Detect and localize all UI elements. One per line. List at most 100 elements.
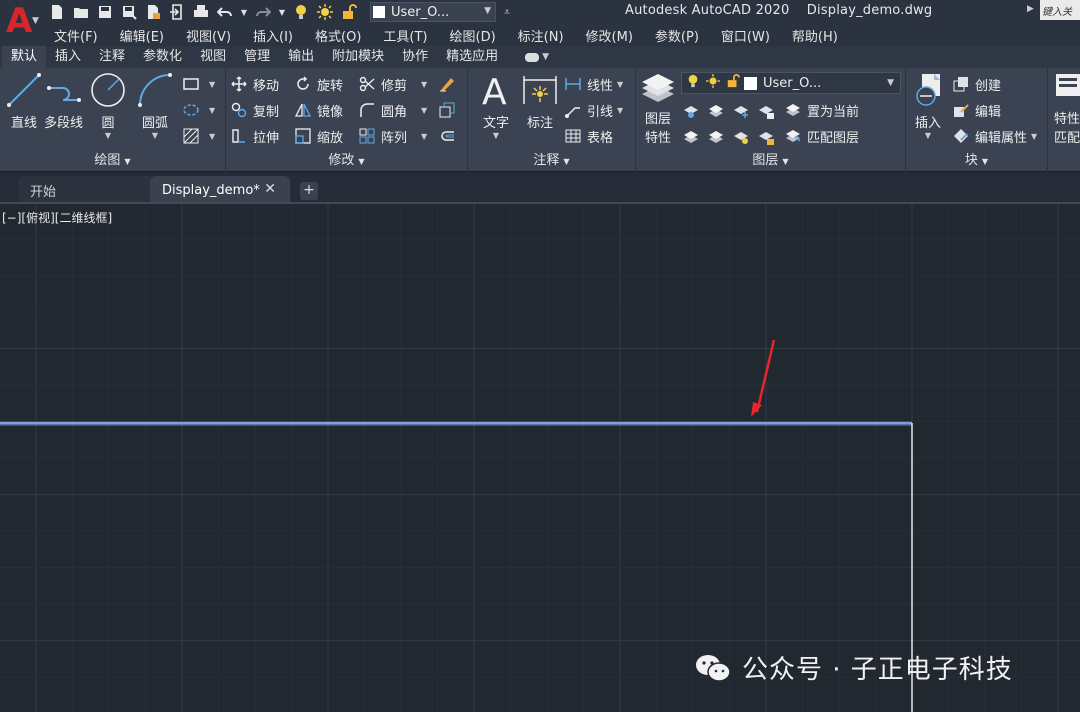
tab-featured-apps[interactable]: 精选应用 — [437, 46, 507, 68]
table-button[interactable]: 表格 — [564, 126, 613, 146]
close-icon[interactable]: ✕ — [264, 181, 276, 197]
layer-thaw-icon[interactable] — [732, 128, 750, 146]
tab-default[interactable]: 默认 — [2, 46, 47, 68]
menu-modify[interactable]: 修改(M) — [586, 26, 633, 45]
layer-freeze-icon[interactable] — [732, 102, 750, 120]
edit-block-button[interactable]: 编辑 — [952, 100, 1001, 120]
panel-modify-label[interactable]: 修改 ▼ — [226, 152, 467, 170]
chevron-down-icon: ▼ — [421, 131, 428, 141]
layer-dropdown-titlebar[interactable]: User_O... ▼ — [370, 2, 496, 22]
menu-help[interactable]: 帮助(H) — [792, 26, 838, 45]
array-button[interactable]: 阵列 ▼ — [358, 126, 427, 146]
menu-parametric[interactable]: 参数(P) — [655, 26, 699, 45]
dropdown-caret-icon[interactable]: ▼ — [240, 3, 248, 21]
tab-manage[interactable]: 管理 — [235, 46, 279, 68]
insert-block-button[interactable]: 插入 ▼ — [910, 72, 946, 140]
tab-insert[interactable]: 插入 — [46, 46, 90, 68]
tab-output[interactable]: 输出 — [279, 46, 323, 68]
hatch-button[interactable]: ▼ — [182, 126, 215, 146]
viewport-controls-label[interactable]: [−][俯视][二维线框] — [2, 209, 112, 226]
plot-icon[interactable] — [192, 3, 210, 21]
tab-view[interactable]: 视图 — [191, 46, 235, 68]
lightbulb-icon — [686, 74, 700, 92]
layer-properties-button[interactable]: 图层 特性 — [640, 72, 676, 146]
menu-tools[interactable]: 工具(T) — [383, 26, 427, 45]
unlock-icon[interactable] — [340, 3, 358, 21]
move-icon — [230, 75, 248, 93]
menu-window[interactable]: 窗口(W) — [721, 26, 770, 45]
edit-attributes-button[interactable]: 编辑属性 ▼ — [952, 126, 1037, 146]
stretch-button[interactable]: 拉伸 — [230, 126, 279, 146]
move-button[interactable]: 移动 — [230, 74, 279, 94]
layer-unisolate-icon[interactable] — [707, 128, 725, 146]
panel-annotation: A 文字 ▼ 标注 线性 ▼ 引线 ▼ 表格 注释 ▼ — [468, 68, 636, 172]
open-folder-icon[interactable] — [72, 3, 90, 21]
arc-button[interactable]: 圆弧 ▼ — [137, 72, 173, 140]
circle-button[interactable]: 圆 ▼ — [90, 72, 126, 140]
tab-display-demo[interactable]: Display_demo* ✕ — [150, 176, 290, 204]
layer-isolate-icon[interactable] — [707, 102, 725, 120]
lightbulb-icon[interactable] — [292, 3, 310, 21]
rotate-button[interactable]: 旋转 — [294, 74, 343, 94]
menu-file[interactable]: 文件(F) — [54, 26, 98, 45]
more-right-icon[interactable]: ▶ — [1027, 4, 1034, 14]
menu-dimension[interactable]: 标注(N) — [518, 26, 564, 45]
create-block-button[interactable]: 创建 — [952, 74, 1001, 94]
customize-qat-icon[interactable]: ⩡ — [498, 3, 516, 21]
panel-layers-label[interactable]: 图层 ▼ — [636, 152, 905, 170]
layer-unlock-icon[interactable] — [757, 128, 775, 146]
leader-button[interactable]: 引线 ▼ — [564, 100, 623, 120]
ribbon-display-toggle[interactable]: ▼ — [525, 46, 549, 68]
undo-icon[interactable] — [216, 3, 234, 21]
layer-lock-icon[interactable] — [757, 102, 775, 120]
redo-icon[interactable] — [254, 3, 272, 21]
new-file-icon[interactable] — [48, 3, 66, 21]
set-current-layer-button[interactable]: 置为当前 — [784, 100, 859, 120]
application-menu-button[interactable]: A ▼ — [0, 0, 44, 46]
menu-format[interactable]: 格式(O) — [315, 26, 361, 45]
rectangle-button[interactable]: ▼ — [182, 74, 215, 94]
mirror-button[interactable]: 镜像 — [294, 100, 343, 120]
offset-button[interactable] — [438, 100, 461, 120]
trim-button[interactable]: 修剪 ▼ — [358, 74, 427, 94]
explode-button[interactable] — [438, 126, 461, 146]
fillet-button[interactable]: 圆角 ▼ — [358, 100, 427, 120]
text-button[interactable]: A 文字 ▼ — [478, 72, 514, 140]
scale-button[interactable]: 缩放 — [294, 126, 343, 146]
search-input[interactable]: 键入关 — [1040, 0, 1080, 20]
tab-start[interactable]: 开始 — [18, 176, 154, 204]
dimension-icon — [523, 76, 557, 104]
erase-button[interactable] — [438, 74, 461, 94]
tab-addins[interactable]: 附加模块 — [323, 46, 393, 68]
menu-draw[interactable]: 绘图(D) — [450, 26, 496, 45]
menu-view[interactable]: 视图(V) — [186, 26, 231, 45]
tab-parametric[interactable]: 参数化 — [134, 46, 191, 68]
line-button[interactable]: 直线 — [6, 72, 42, 131]
tab-annotate[interactable]: 注释 — [90, 46, 134, 68]
save-as-icon[interactable] — [120, 3, 138, 21]
match-layer-button[interactable]: 匹配图层 — [784, 126, 859, 146]
layer-dropdown[interactable]: User_O... ▼ — [681, 72, 901, 94]
layer-off-icon[interactable] — [682, 102, 700, 120]
copy-button[interactable]: 复制 — [230, 100, 279, 120]
window-title: Autodesk AutoCAD 2020 Display_demo.dwg — [625, 3, 933, 18]
dimension-button[interactable]: 标注 — [522, 72, 558, 131]
panel-annotation-label[interactable]: 注释 ▼ — [468, 152, 635, 170]
sun-icon[interactable] — [316, 3, 334, 21]
linear-dimension-button[interactable]: 线性 ▼ — [564, 74, 623, 94]
new-tab-button[interactable]: + — [300, 182, 318, 200]
menu-edit[interactable]: 编辑(E) — [120, 26, 164, 45]
ellipse-button[interactable]: ▼ — [182, 100, 215, 120]
panel-block-label[interactable]: 块 ▼ — [906, 152, 1047, 170]
panel-draw-label[interactable]: 绘图 ▼ — [0, 152, 225, 170]
publish-icon[interactable] — [144, 3, 162, 21]
drawing-canvas[interactable]: [−][俯视][二维线框] 公众号 · 子正电子科技 — [0, 204, 1080, 712]
match-properties-button[interactable]: 特性 匹配 — [1054, 72, 1080, 146]
export-icon[interactable] — [168, 3, 186, 21]
tab-collaborate[interactable]: 协作 — [393, 46, 437, 68]
polyline-button[interactable]: 多段线 — [44, 72, 83, 131]
save-icon[interactable] — [96, 3, 114, 21]
menu-insert[interactable]: 插入(I) — [253, 26, 293, 45]
layer-on-icon[interactable] — [682, 128, 700, 146]
dropdown-caret-icon[interactable]: ▼ — [278, 3, 286, 21]
